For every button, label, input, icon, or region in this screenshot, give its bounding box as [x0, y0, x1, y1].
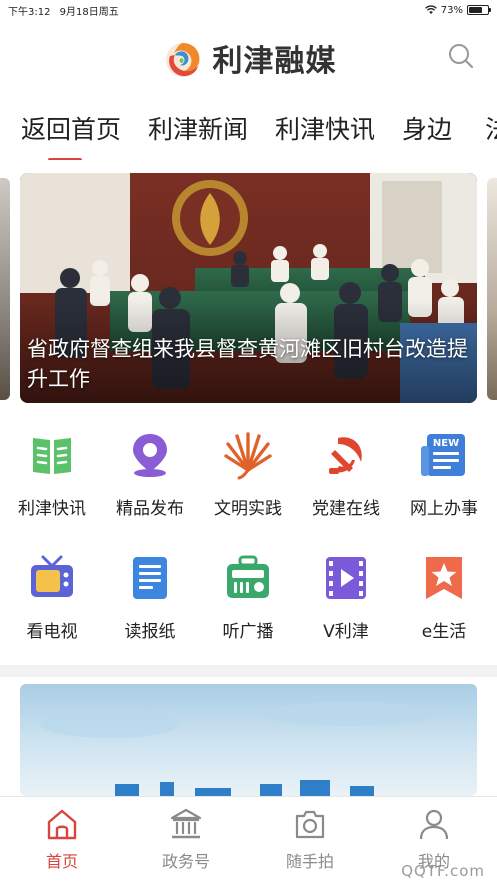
search-icon[interactable] [447, 42, 475, 70]
grid-label: 读报纸 [124, 622, 176, 642]
grid-item-read-newspaper[interactable]: 读报纸 [101, 553, 199, 642]
category-tabs: 返回首页 利津新闻 利津快讯 身边 法 [0, 100, 497, 160]
banner-title: 省政府督查组来我县督查黄河滩区旧村台改造提升工作 [27, 337, 468, 391]
app-logo: 利津融媒 [161, 36, 337, 80]
grid-label: 网上办事 [410, 499, 478, 519]
tab-lijin-flash[interactable]: 利津快讯 [275, 110, 375, 146]
tab-law[interactable]: 法 [485, 110, 497, 146]
grid-item-lijin-flash[interactable]: 利津快讯 [3, 430, 101, 519]
tab-lijin-news[interactable]: 利津新闻 [148, 110, 248, 146]
video-icon [326, 557, 366, 599]
status-date: 9月18日周五 [59, 6, 119, 18]
status-indicators: 73% [424, 4, 491, 16]
fan-icon [224, 432, 272, 480]
grid-item-v-lijin[interactable]: V利津 [297, 553, 395, 642]
active-tab-indicator [48, 158, 82, 160]
nav-home[interactable]: 首页 [17, 807, 107, 872]
news-card-photo [40, 702, 440, 796]
nav-label: 首页 [45, 852, 78, 871]
grid-item-featured-release[interactable]: 精品发布 [101, 430, 199, 519]
grid-item-watch-tv[interactable]: 看电视 [3, 553, 101, 642]
function-grid: 利津快讯 精品发布 文明实践 党建在线 NEW 网上办事 看电视 读报纸 听广播… [0, 403, 497, 665]
star-bookmark-icon [426, 557, 462, 599]
location-pin-icon [133, 434, 167, 477]
grid-item-listen-radio[interactable]: 听广播 [199, 553, 297, 642]
status-time: 下午3:12 [8, 6, 51, 18]
government-building-icon [170, 808, 202, 839]
nav-label: 政务号 [161, 852, 210, 871]
tab-nearby[interactable]: 身边 [402, 110, 452, 146]
grid-item-e-life[interactable]: e生活 [395, 553, 493, 642]
nav-government[interactable]: 政务号 [141, 807, 231, 872]
status-bar: 下午3:12 9月18日周五 73% [0, 0, 497, 20]
grid-item-online-services[interactable]: NEW 网上办事 [395, 430, 493, 519]
grid-label: 文明实践 [214, 499, 282, 519]
battery-icon [467, 5, 491, 15]
grid-label: 党建在线 [312, 499, 380, 519]
watermark: QQTF.com [401, 862, 485, 880]
wifi-icon [424, 5, 437, 14]
grid-item-party-building[interactable]: 党建在线 [297, 430, 395, 519]
carousel-prev-peek[interactable] [0, 178, 10, 400]
newspaper-icon [133, 557, 167, 599]
grid-label: 利津快讯 [18, 499, 86, 519]
tab-home[interactable]: 返回首页 [21, 110, 121, 146]
app-name: 利津融媒 [212, 43, 337, 79]
camera-icon [295, 810, 325, 839]
svg-text:NEW: NEW [433, 438, 459, 449]
news-icon: NEW [421, 434, 465, 476]
user-icon [419, 809, 449, 840]
section-divider [0, 665, 497, 677]
book-icon [33, 438, 71, 474]
party-emblem-icon [329, 437, 362, 474]
tv-icon [31, 555, 73, 597]
battery-fill [469, 7, 483, 13]
nav-snapshot[interactable]: 随手拍 [265, 807, 355, 872]
home-icon [47, 809, 77, 840]
grid-item-civilization-practice[interactable]: 文明实践 [199, 430, 297, 519]
radio-icon [227, 555, 269, 598]
banner-slide[interactable]: 省政府督查组来我县督查黄河滩区旧村台改造提升工作 [20, 173, 477, 403]
app-header: 利津融媒 [0, 20, 497, 95]
logo-swirl-icon [165, 42, 200, 77]
nav-label: 随手拍 [285, 852, 334, 871]
news-card-image[interactable] [20, 684, 477, 796]
grid-label: 看电视 [26, 622, 78, 642]
status-time-date: 下午3:12 9月18日周五 [8, 3, 119, 18]
battery-percent: 73% [440, 4, 463, 16]
grid-label: V利津 [323, 622, 369, 642]
grid-label: 精品发布 [116, 499, 184, 519]
carousel-next-peek[interactable] [487, 178, 497, 400]
grid-label: 听广播 [222, 622, 274, 642]
grid-label: e生活 [421, 622, 467, 642]
